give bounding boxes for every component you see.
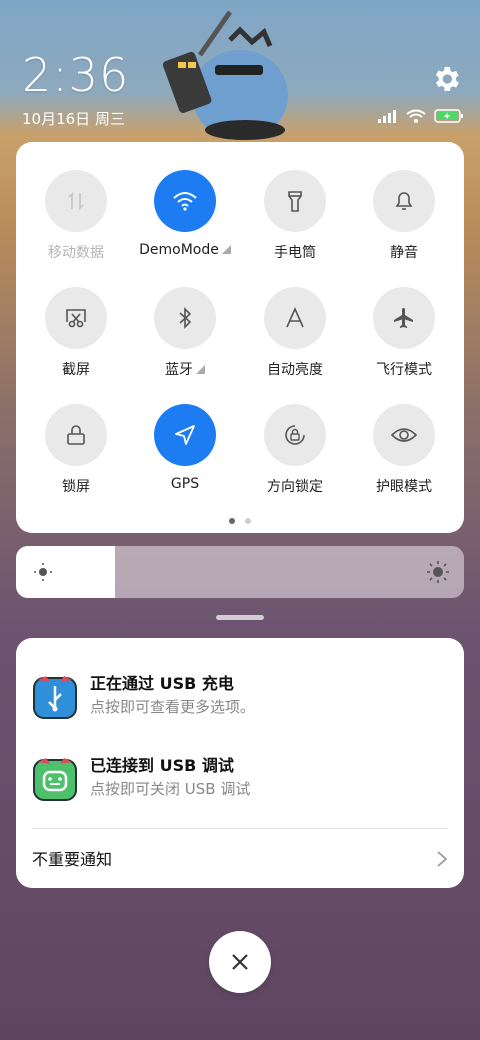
eye-icon — [390, 428, 418, 442]
tile-label: DemoMode — [139, 242, 219, 258]
notification-body: 点按即可关闭 USB 调试 — [90, 780, 251, 798]
chevron-right-icon — [437, 851, 448, 867]
tile-label: 截屏 — [62, 362, 90, 378]
location-icon — [175, 425, 195, 445]
clock-time: 2:36 — [22, 48, 130, 102]
rotation-lock-icon — [285, 425, 305, 445]
usb-icon — [33, 676, 77, 719]
tile-eye-care[interactable]: 护眼模式 — [349, 404, 459, 496]
notification-usb-debugging[interactable]: 已连接到 USB 调试 点按即可关闭 USB 调试 — [16, 750, 464, 810]
battery-charging-icon — [434, 109, 463, 123]
drag-handle[interactable] — [216, 615, 264, 620]
tile-gps[interactable]: GPS — [130, 404, 240, 492]
divider — [32, 828, 448, 829]
tile-auto-brightness[interactable]: 自动亮度 — [240, 287, 350, 379]
airplane-icon — [394, 308, 413, 328]
brightness-fill — [16, 546, 115, 598]
close-icon — [232, 954, 248, 970]
tile-label: 护眼模式 — [376, 479, 432, 495]
tile-label: 移动数据 — [48, 245, 104, 261]
tile-label: 方向锁定 — [267, 479, 323, 495]
tile-label: 锁屏 — [62, 479, 90, 495]
page-indicator — [16, 518, 464, 524]
screenshot-icon — [66, 309, 86, 328]
wifi-icon — [173, 192, 197, 211]
page-dot — [245, 518, 251, 524]
notification-body: 点按即可查看更多选项。 — [90, 698, 256, 716]
unimportant-notifications-row[interactable]: 不重要通知 — [32, 846, 448, 872]
notification-title: 正在通过 USB 充电 — [90, 674, 234, 693]
wallpaper-character-image — [162, 10, 288, 140]
expand-triangle-icon — [221, 245, 231, 254]
cellular-signal-icon — [378, 110, 396, 123]
unimportant-label: 不重要通知 — [32, 850, 113, 869]
bell-icon — [395, 192, 413, 210]
tile-label: 手电筒 — [274, 245, 316, 261]
quick-settings-panel: 移动数据 DemoMode 手电筒 静音 截屏 蓝牙 自动亮度 飞行模式 锁屏 … — [16, 142, 464, 533]
wifi-signal-icon — [406, 109, 426, 123]
tile-bluetooth[interactable]: 蓝牙 — [130, 287, 240, 379]
tile-label: 蓝牙 — [165, 362, 193, 378]
tile-rotation-lock[interactable]: 方向锁定 — [240, 404, 350, 496]
settings-gear-icon[interactable] — [430, 63, 462, 95]
clear-all-button[interactable] — [209, 931, 271, 993]
brightness-slider[interactable] — [16, 546, 464, 598]
notification-usb-charging[interactable]: 正在通过 USB 充电 点按即可查看更多选项。 — [16, 668, 464, 728]
notification-panel: 正在通过 USB 充电 点按即可查看更多选项。 已连接到 USB 调试 点按即可… — [16, 638, 464, 888]
tile-silent[interactable]: 静音 — [349, 170, 459, 262]
flashlight-icon — [288, 191, 302, 212]
expand-triangle-icon — [196, 365, 205, 374]
tile-label: 飞行模式 — [376, 362, 432, 378]
mobile-data-icon — [68, 191, 84, 211]
brightness-high-icon — [427, 561, 449, 583]
notification-title: 已连接到 USB 调试 — [90, 756, 234, 775]
system-status-icons — [378, 109, 464, 123]
tile-wifi[interactable]: DemoMode — [130, 170, 240, 258]
auto-brightness-icon — [286, 307, 304, 328]
tile-label: GPS — [170, 476, 200, 492]
android-icon — [33, 758, 77, 801]
tile-mobile-data[interactable]: 移动数据 — [21, 170, 131, 262]
clock-date: 10月16日 周三 — [22, 110, 125, 128]
brightness-low-icon — [34, 563, 52, 581]
tile-lock-screen[interactable]: 锁屏 — [21, 404, 131, 496]
page-dot-active — [229, 518, 235, 524]
tile-label: 自动亮度 — [267, 362, 323, 378]
lock-icon — [67, 425, 85, 445]
tile-label: 静音 — [390, 245, 418, 261]
bluetooth-icon — [179, 307, 192, 329]
tile-flashlight[interactable]: 手电筒 — [240, 170, 350, 262]
tile-airplane[interactable]: 飞行模式 — [349, 287, 459, 379]
tile-screenshot[interactable]: 截屏 — [21, 287, 131, 379]
